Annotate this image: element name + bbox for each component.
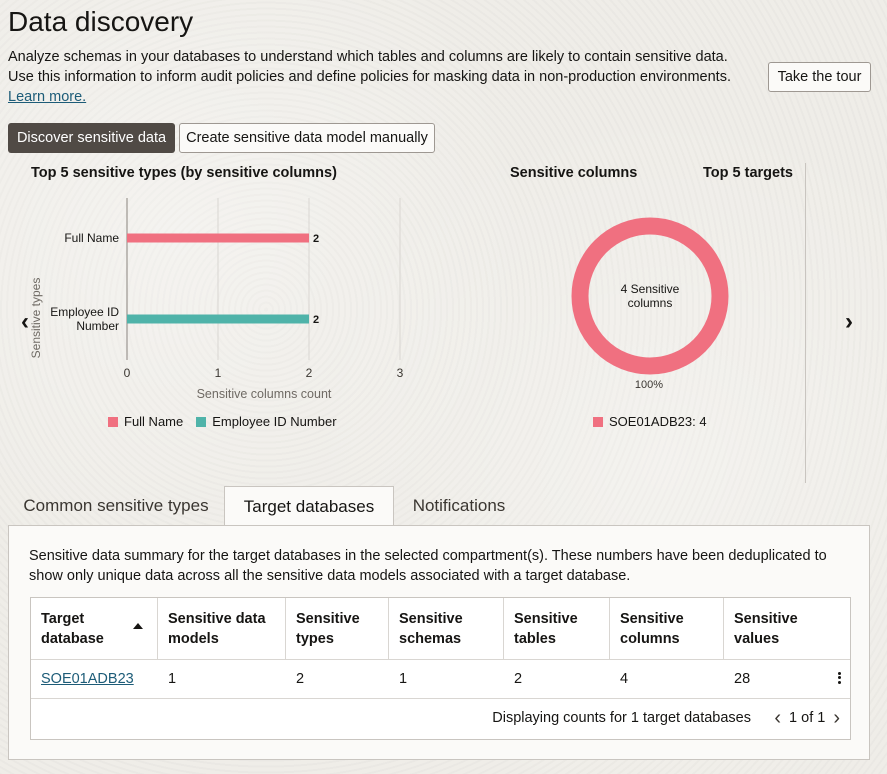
col-header-sensitive-values[interactable]: Sensitive values <box>724 598 850 659</box>
pagination: ‹ 1 of 1 › <box>774 708 840 728</box>
create-sdm-manually-button[interactable]: Create sensitive data model manually <box>179 123 435 153</box>
target-databases-table: Target database Sensitive data models Se… <box>30 597 851 740</box>
discover-sensitive-data-button[interactable]: Discover sensitive data <box>8 123 175 153</box>
cell-sensitive-data-models: 1 <box>168 671 177 687</box>
donut-center-label-line1: 4 Sensitive <box>621 282 680 296</box>
panel-description: Sensitive data summary for the target da… <box>29 548 827 584</box>
target-databases-panel: Sensitive data summary for the target da… <box>8 525 870 760</box>
y-category-label: Employee ID Number <box>50 305 119 333</box>
tab-notifications[interactable]: Notifications <box>404 486 514 526</box>
col-header-sensitive-types[interactable]: Sensitive types <box>286 598 389 659</box>
take-tour-button[interactable]: Take the tour <box>768 62 871 92</box>
sort-ascending-icon[interactable] <box>133 623 143 629</box>
tab-common-sensitive-types[interactable]: Common sensitive types <box>18 486 214 526</box>
donut-percent-label: 100% <box>635 379 663 391</box>
x-tick-label: 3 <box>397 366 404 380</box>
page-indicator: 1 of 1 <box>789 710 826 726</box>
page-title: Data discovery <box>8 6 194 37</box>
legend-label-employee-id: Employee ID Number <box>212 414 337 429</box>
cell-sensitive-schemas: 1 <box>399 671 408 687</box>
divider <box>805 163 806 483</box>
tab-target-databases[interactable]: Target databases <box>224 486 394 526</box>
next-page-icon[interactable]: › <box>833 708 840 728</box>
y-axis-label: Sensitive types <box>29 278 43 359</box>
intro-text: Analyze schemas in your databases to und… <box>8 47 738 107</box>
col-header-sensitive-data-models[interactable]: Sensitive data models <box>158 598 286 659</box>
bar-data-label: 2 <box>313 314 319 326</box>
bar-chart-title: Top 5 sensitive types (by sensitive colu… <box>31 165 337 181</box>
legend-swatch-soe01adb23 <box>593 416 603 427</box>
col-header-sensitive-tables[interactable]: Sensitive tables <box>504 598 610 659</box>
bar-chart-legend: Full Name Employee ID Number <box>108 414 337 429</box>
x-tick-label: 0 <box>124 366 131 380</box>
legend-swatch-full-name <box>108 416 118 427</box>
x-tick-label: 1 <box>215 366 222 380</box>
x-tick-label: 2 <box>306 366 313 380</box>
legend-label-full-name: Full Name <box>124 414 184 429</box>
target-database-link[interactable]: SOE01ADB23 <box>41 671 134 687</box>
donut-center-label-line2: columns <box>628 296 673 310</box>
x-axis-label: Sensitive columns count <box>197 387 332 401</box>
sensitive-columns-donut-chart: 4 Sensitive columns 100% <box>571 217 729 391</box>
carousel-next-icon[interactable]: › <box>845 310 853 334</box>
cell-sensitive-types: 2 <box>296 671 305 687</box>
row-actions-menu-icon[interactable] <box>834 670 844 688</box>
legend-swatch-employee-id <box>196 416 207 427</box>
cell-sensitive-values: 28 <box>734 671 751 687</box>
intro-description: Analyze schemas in your databases to und… <box>8 49 731 85</box>
carousel-tab-top-targets[interactable]: Top 5 targets <box>703 165 793 181</box>
learn-more-link[interactable]: Learn more. <box>8 89 86 105</box>
sensitive-types-bar-chart: Sensitive types 2 Full Name 2 Employee ID Nu… <box>29 198 404 401</box>
col-header-sensitive-columns[interactable]: Sensitive columns <box>610 598 724 659</box>
col-header-sensitive-schemas[interactable]: Sensitive schemas <box>389 598 504 659</box>
legend-label-soe01adb23: SOE01ADB23: 4 <box>609 414 707 429</box>
col-header-target-database[interactable]: Target database <box>31 598 158 659</box>
y-category-label: Full Name <box>64 231 119 245</box>
previous-page-icon[interactable]: ‹ <box>774 708 781 728</box>
table-row: SOE01ADB23 1 2 1 2 4 28 <box>31 659 850 699</box>
carousel-tab-sensitive-columns[interactable]: Sensitive columns <box>510 165 637 181</box>
col-header-label: Target database <box>41 611 104 647</box>
bar-data-label: 2 <box>313 233 319 245</box>
donut-chart-legend: SOE01ADB23: 4 <box>593 414 707 429</box>
bar-employee-id-number[interactable] <box>127 314 309 324</box>
table-footer-count: Displaying counts for 1 target databases <box>492 710 751 726</box>
bar-full-name[interactable] <box>127 233 309 243</box>
cell-sensitive-columns: 4 <box>620 671 629 687</box>
cell-sensitive-tables: 2 <box>514 671 523 687</box>
